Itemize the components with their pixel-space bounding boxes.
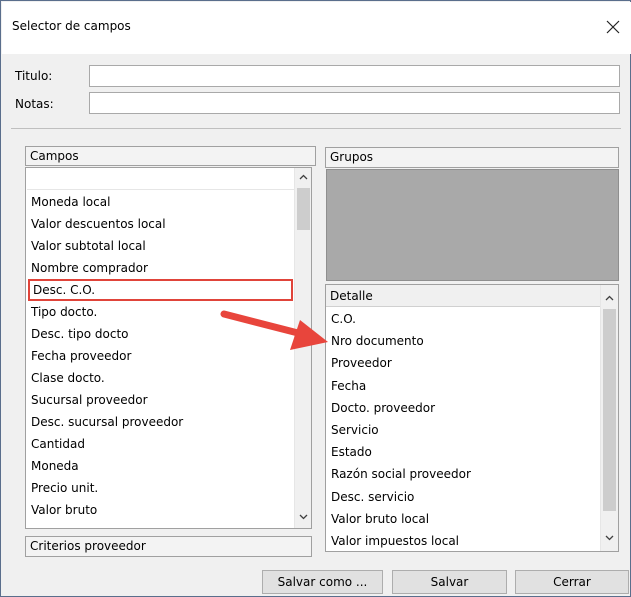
titulo-label: Titulo: (15, 69, 53, 83)
grupos-header: Grupos (325, 147, 619, 168)
detalle-list-item[interactable]: Proveedor (328, 352, 598, 374)
grupos-panel[interactable] (326, 169, 619, 281)
campos-list-item[interactable]: Valor descuentos local (28, 213, 293, 235)
campos-list-item[interactable]: Nombre comprador (28, 257, 293, 279)
detalle-list-item[interactable]: Estado (328, 441, 598, 463)
save-as-button[interactable]: Salvar como ... (262, 570, 383, 594)
detalle-list-item[interactable]: Servicio (328, 419, 598, 441)
campos-list-header-row (27, 169, 294, 190)
campos-scroll-up[interactable] (295, 169, 312, 186)
chevron-up-icon (299, 174, 308, 180)
notas-label: Notas: (15, 97, 54, 111)
detalle-scroll-down[interactable] (601, 530, 618, 547)
detalle-list-item[interactable]: Fecha (328, 375, 598, 397)
campos-list-item[interactable]: Precio unit. (28, 477, 293, 499)
titulo-input[interactable] (89, 65, 620, 87)
save-button[interactable]: Salvar (392, 570, 507, 594)
detalle-list-item[interactable]: C.O. (328, 308, 598, 330)
notas-input[interactable] (89, 92, 620, 114)
close-button[interactable] (598, 13, 628, 43)
close-icon (606, 20, 620, 34)
campos-list-item[interactable]: Clase docto. (28, 367, 293, 389)
campos-scroll-thumb[interactable] (297, 188, 310, 230)
chevron-down-icon (605, 535, 614, 541)
detalle-list-item[interactable]: Valor impuestos local (328, 530, 598, 552)
dialog-title: Selector de campos (12, 19, 131, 33)
chevron-up-icon (605, 295, 614, 301)
campos-list-item[interactable]: Valor bruto (28, 499, 293, 521)
campos-list-item[interactable]: Valor subtotal local (28, 235, 293, 257)
criterios-proveedor-header[interactable]: Criterios proveedor (25, 536, 312, 557)
detalle-list-item[interactable]: Nro documento (328, 330, 598, 352)
title-bar: Selector de campos (2, 2, 631, 54)
chevron-down-icon (299, 514, 308, 520)
campos-list-item-partial[interactable] (28, 521, 293, 526)
campos-list-item[interactable]: Desc. sucursal proveedor (28, 411, 293, 433)
dialog-window: Selector de campos Titulo: Notas: Campos… (0, 0, 631, 597)
campos-header: Campos (25, 146, 316, 166)
campos-list-item[interactable]: Moneda (28, 455, 293, 477)
campos-scroll-down[interactable] (295, 509, 312, 526)
detalle-list-item[interactable]: Desc. servicio (328, 486, 598, 508)
detalle-scroll-thumb[interactable] (603, 309, 616, 511)
detalle-list-item[interactable]: Razón social proveedor (328, 463, 598, 485)
form-divider (11, 128, 621, 129)
campos-list-item[interactable]: Moneda local (28, 191, 293, 213)
detalle-list[interactable]: Detalle C.O. Nro documento Proveedor Fecha D… (325, 284, 619, 552)
detalle-list-item[interactable]: Docto. proveedor (328, 397, 598, 419)
detalle-scrollbar[interactable] (600, 285, 618, 551)
detalle-scroll-up[interactable] (601, 290, 618, 307)
campos-list-item[interactable]: Cantidad (28, 433, 293, 455)
arrow-right-icon (220, 310, 328, 350)
close-dialog-button[interactable]: Cerrar (515, 570, 629, 594)
campos-list-item[interactable]: Sucursal proveedor (28, 389, 293, 411)
detalle-header: Detalle (326, 285, 600, 307)
campos-list-item-highlighted[interactable]: Desc. C.O. (28, 279, 293, 301)
detalle-list-item[interactable]: Valor bruto local (328, 508, 598, 530)
